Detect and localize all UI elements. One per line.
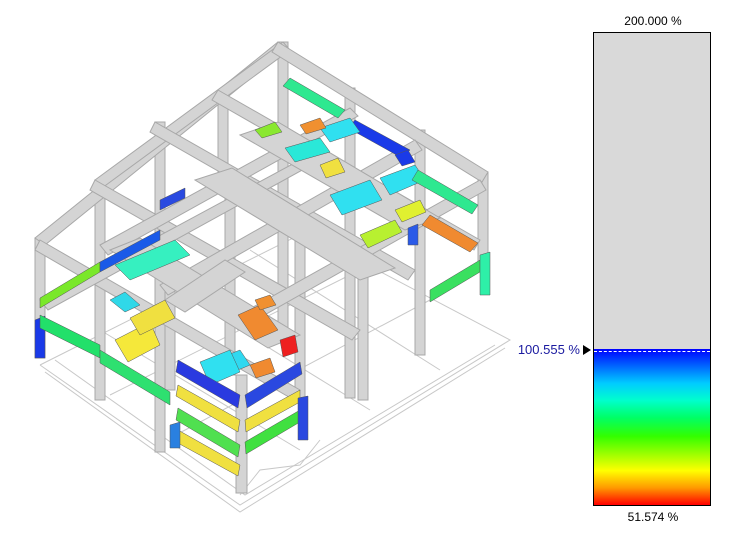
legend-marker-arrow-icon[interactable] [583, 345, 591, 355]
member-green [479, 251, 491, 296]
legend-marker-line [594, 351, 710, 352]
member-blue [297, 395, 309, 441]
legend-marker-label: 100.555 % [517, 342, 580, 357]
legend-min-label: 51.574 % [627, 510, 679, 524]
member-blue [169, 421, 181, 449]
member-green [39, 314, 101, 359]
legend-color-scale [593, 32, 711, 506]
legend-gradient [594, 349, 710, 505]
member-blue [407, 223, 419, 246]
member-green [429, 259, 481, 303]
structure-3d-model [34, 41, 512, 513]
legend-max-label: 200.000 % [624, 14, 682, 28]
model-viewport[interactable] [0, 0, 560, 539]
